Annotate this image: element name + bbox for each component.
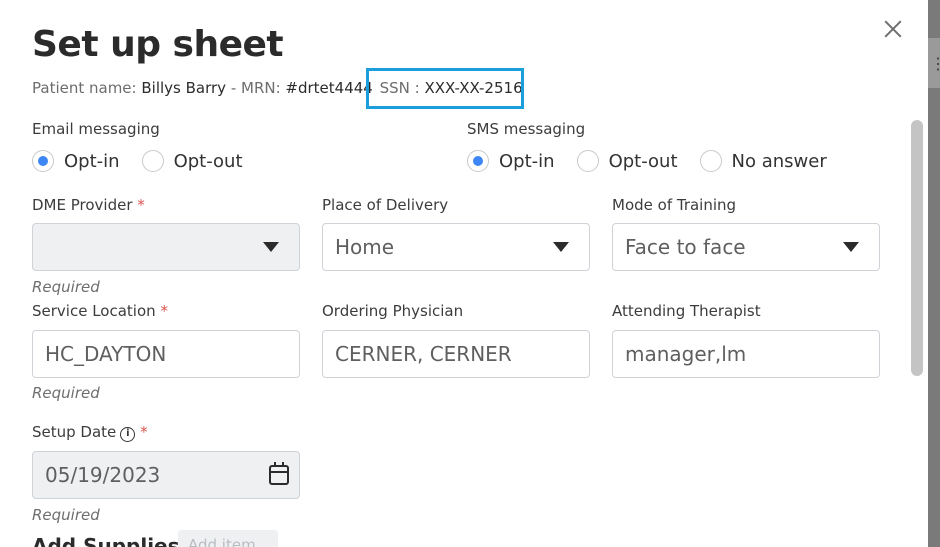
chevron-down-icon [553,242,569,252]
ordering-physician-label: Ordering Physician [322,302,464,320]
email-opt-out-radio[interactable]: Opt-out [141,150,243,172]
ordering-physician-value: CERNER, CERNER [335,342,512,366]
radio-empty-icon [576,150,599,172]
add-supplies-heading: Add Supplies [32,534,180,547]
service-location-label-text: Service Location [32,302,156,320]
add-item-button[interactable]: Add item [178,530,278,547]
email-messaging-label: Email messaging [32,120,160,138]
modal-scrollbar[interactable] [911,120,923,376]
mode-of-training-label: Mode of Training [612,196,737,214]
place-of-delivery-select[interactable]: Home [322,223,590,271]
sms-opt-in-radio[interactable]: Opt-in [467,150,555,172]
sms-messaging-options: Opt-in Opt-out No answer [467,150,849,172]
email-opt-in-radio[interactable]: Opt-in [32,150,120,172]
backdrop-menu-icon: ⋮ [930,56,940,73]
attending-therapist-input[interactable]: manager,lm [612,330,880,378]
setup-date-value: 05/19/2023 [45,463,161,487]
place-of-delivery-value: Home [335,235,395,259]
setup-date-label: Setup Date i * [32,423,148,442]
service-location-input[interactable]: HC_DAYTON [32,330,300,378]
sms-no-answer-radio[interactable]: No answer [699,150,827,172]
email-messaging-options: Opt-in Opt-out [32,150,265,172]
info-icon[interactable]: i [120,427,136,442]
calendar-icon[interactable] [269,462,289,485]
dme-provider-hint: Required [32,278,100,296]
radio-empty-icon [699,150,722,172]
modal-title: Set up sheet [32,24,284,65]
setup-date-label-text: Setup Date [32,423,117,441]
radio-selected-icon [32,150,54,172]
place-of-delivery-label: Place of Delivery [322,196,449,214]
patient-name: Billys Barry [141,79,227,97]
close-icon[interactable] [882,18,904,40]
sms-messaging-label: SMS messaging [467,120,586,138]
service-location-hint: Required [32,384,100,402]
dme-provider-label: DME Provider * [32,196,145,214]
sms-opt-out-radio[interactable]: Opt-out [576,150,678,172]
backdrop-page: ⋮ [928,0,940,547]
ssn-highlight-box [366,68,524,109]
mrn-label: - MRN: [226,79,286,97]
service-location-value: HC_DAYTON [45,342,167,366]
mode-of-training-select[interactable]: Face to face [612,223,880,271]
email-opt-out-label: Opt-out [173,150,243,172]
setup-date-input[interactable]: 05/19/2023 [32,451,300,499]
setup-date-hint: Required [32,506,100,524]
ordering-physician-input[interactable]: CERNER, CERNER [322,330,590,378]
sms-opt-out-label: Opt-out [608,150,678,172]
attending-therapist-value: manager,lm [625,342,747,366]
attending-therapist-label: Attending Therapist [612,302,761,320]
dme-provider-label-text: DME Provider [32,196,133,214]
required-marker: * [160,302,168,320]
mrn-value: #drtet4444 [285,79,373,97]
sms-opt-in-label: Opt-in [499,150,555,172]
dme-provider-select[interactable] [32,223,300,271]
radio-empty-icon [141,150,164,172]
setup-sheet-modal: Set up sheet Patient name: Billys Barry … [0,0,928,547]
chevron-down-icon [843,242,859,252]
required-marker: * [137,196,145,214]
email-opt-in-label: Opt-in [64,150,120,172]
sms-no-answer-label: No answer [731,150,827,172]
patient-name-label: Patient name: [32,79,142,97]
chevron-down-icon [263,242,279,252]
required-marker: * [140,423,148,441]
mode-of-training-value: Face to face [625,235,746,259]
radio-selected-icon [467,150,489,172]
service-location-label: Service Location * [32,302,168,320]
